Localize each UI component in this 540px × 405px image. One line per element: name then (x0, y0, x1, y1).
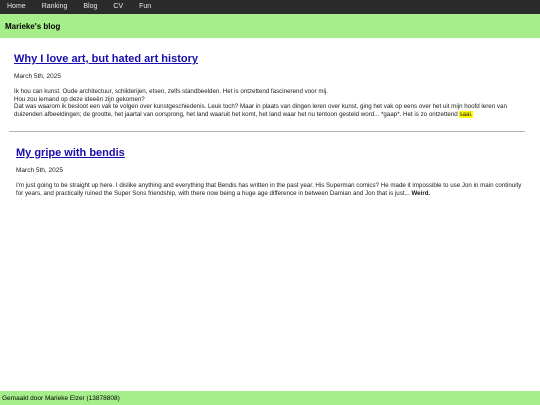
blog-post: My gripe with bendis March 5th, 2025 I'm… (16, 146, 528, 197)
post-date: March 5th, 2025 (16, 167, 63, 174)
post-body-text: I'm just going to be straight up here. I… (16, 182, 522, 197)
nav-blog-link[interactable]: Blog (83, 0, 97, 14)
highlighted-word: saai. (459, 110, 473, 118)
post-divider (9, 131, 525, 132)
page-footer: Gemaakt door Marieke Elzer (13878808) (0, 391, 540, 405)
footer-text: Gemaakt door Marieke Elzer (13878808) (2, 394, 120, 402)
nav-cv-link[interactable]: CV (113, 0, 123, 14)
blog-post: Why I love art, but hated art history Ma… (14, 52, 528, 118)
post-date: March 5th, 2025 (14, 73, 61, 80)
post-body-paragraph: I'm just going to be straight up here. I… (16, 182, 528, 197)
nav-ranking-link[interactable]: Ranking (42, 0, 68, 14)
nav-home-link[interactable]: Home (7, 0, 26, 14)
post-title-link[interactable]: Why I love art, but hated art history (14, 52, 528, 66)
post-body-line: Hou zou iemand op deze ideeën zijn gekom… (14, 95, 145, 103)
emphasized-word: Weird. (411, 189, 431, 197)
post-body-text: Dat was waarom ik besloot een vak te vol… (14, 103, 507, 118)
post-title-link[interactable]: My gripe with bendis (16, 146, 528, 160)
blog-header: Marieke's blog (0, 14, 540, 38)
nav-fun-link[interactable]: Fun (139, 0, 151, 14)
post-body: I'm just going to be straight up here. I… (16, 182, 528, 197)
post-body-line: Ik hou can kunst. Oude architectuur, sch… (14, 88, 329, 95)
top-navigation: Home Ranking Blog CV Fun (0, 0, 540, 14)
blog-title: Marieke's blog (5, 21, 61, 31)
post-body: Ik hou can kunst. Oude architectuur, sch… (14, 88, 528, 118)
post-body-paragraph: Dat was waarom ik besloot een vak te vol… (14, 103, 528, 118)
